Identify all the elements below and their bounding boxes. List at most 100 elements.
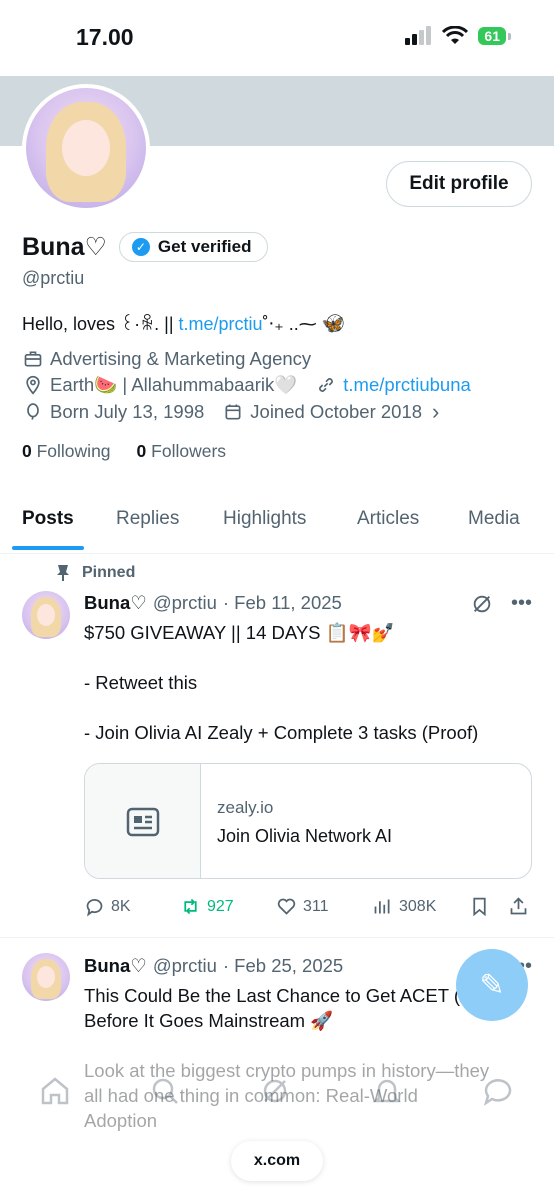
- compose-icon: ✎: [479, 968, 505, 1002]
- post-actions: 8K 927 311 308K: [84, 896, 532, 922]
- share-button[interactable]: [508, 896, 529, 917]
- post-author-name[interactable]: Buna♡: [84, 955, 147, 977]
- bio-text: Hello, loves ꒰·ꆜ. ||: [22, 314, 179, 334]
- search-icon[interactable]: [148, 1074, 182, 1108]
- like-count: 311: [303, 897, 329, 915]
- views-chart-icon: [374, 899, 390, 914]
- battery-indicator: 61: [478, 27, 511, 45]
- follow-stats: 0 Following 0 Followers: [22, 441, 226, 462]
- grok-nav-icon[interactable]: [258, 1074, 292, 1108]
- followers-count: 0: [136, 441, 147, 461]
- pinned-label: Pinned: [82, 564, 136, 581]
- profile-avatar[interactable]: [22, 84, 150, 212]
- website-link[interactable]: t.me/prctiubuna: [343, 374, 471, 396]
- balloon-icon: [22, 401, 44, 423]
- cellular-signal-icon: [405, 26, 432, 45]
- bookmark-icon: [473, 897, 486, 917]
- post-date[interactable]: · Feb 25, 2025: [223, 955, 343, 977]
- post-header: Buna♡ @prctiu · Feb 25, 2025: [84, 955, 343, 977]
- post-line: $750 GIVEAWAY || 14 DAYS 📋🎀💅: [84, 622, 395, 643]
- avatar-face: [62, 120, 110, 176]
- article-icon: [126, 807, 159, 837]
- avatar-face: [37, 604, 55, 626]
- browser-url-pill[interactable]: x.com: [231, 1141, 323, 1181]
- location-pin-icon: [22, 374, 44, 396]
- card-thumbnail: [85, 764, 201, 878]
- name-row: Buna♡ ✓ Get verified: [22, 232, 269, 262]
- get-verified-label: Get verified: [157, 237, 252, 256]
- post-line: Before It Goes Mainstream 🚀: [84, 1010, 334, 1031]
- pin-icon: [57, 565, 69, 581]
- card-domain: zealy.io: [217, 798, 274, 817]
- notifications-bell-icon[interactable]: [370, 1074, 404, 1108]
- messages-icon[interactable]: [481, 1074, 515, 1108]
- following-count: 0: [22, 441, 32, 461]
- post-body: $750 GIVEAWAY || 14 DAYS 📋🎀💅 - Retweet t…: [84, 620, 478, 745]
- profile-dates-row: Born July 13, 1998 Joined October 2018 ›: [22, 399, 439, 425]
- repost-icon: [184, 898, 197, 915]
- following-stat[interactable]: 0 Following: [22, 441, 111, 462]
- share-icon: [510, 897, 527, 915]
- tab-media[interactable]: Media: [468, 508, 520, 530]
- verified-badge-icon: ✓: [131, 238, 150, 256]
- status-time: 17.00: [76, 24, 134, 50]
- card-title: Join Olivia Network AI: [217, 826, 393, 846]
- following-label: Following: [36, 441, 111, 461]
- birth-date: Born July 13, 1998: [50, 401, 205, 422]
- bookmark-button[interactable]: [469, 896, 490, 917]
- post-line: - Join Olivia AI Zealy + Complete 3 task…: [84, 722, 479, 743]
- post-avatar[interactable]: [22, 591, 70, 639]
- reply-button[interactable]: 8K: [84, 896, 131, 917]
- post-date[interactable]: · Feb 11, 2025: [223, 592, 342, 614]
- reply-icon: [86, 899, 103, 917]
- post-author-handle[interactable]: @prctiu: [153, 592, 217, 614]
- tab-replies[interactable]: Replies: [116, 508, 179, 530]
- repost-count: 927: [207, 897, 234, 915]
- tab-highlights[interactable]: Highlights: [223, 508, 306, 530]
- get-verified-button[interactable]: ✓ Get verified: [118, 232, 269, 262]
- compose-post-button[interactable]: ✎: [456, 949, 528, 1021]
- profile-location-row: Earth🍉 | Allahummabaarik🤍 t.me/prctiubun…: [22, 374, 471, 396]
- post-divider: [0, 937, 554, 938]
- followers-stat[interactable]: 0 Followers: [137, 441, 227, 462]
- joined-date: Joined October 2018: [250, 401, 423, 422]
- display-name: Buna♡: [22, 233, 107, 261]
- grok-icon[interactable]: [471, 593, 493, 615]
- profile-bio: Hello, loves ꒰·ꆜ. || t.me/prctiu˚‧₊ ..⁓ …: [22, 310, 344, 336]
- link-icon: [315, 374, 337, 396]
- post-author-name[interactable]: Buna♡: [84, 592, 147, 614]
- reply-count: 8K: [111, 897, 131, 915]
- location-label: Earth🍉 | Allahummabaarik🤍: [50, 374, 298, 395]
- repost-button[interactable]: 927: [180, 896, 234, 917]
- edit-profile-button[interactable]: Edit profile: [386, 161, 532, 207]
- bio-link[interactable]: t.me/prctiu: [179, 314, 263, 334]
- like-button[interactable]: 311: [276, 896, 329, 917]
- post-line: [84, 695, 478, 720]
- active-tab-indicator: [12, 546, 84, 550]
- briefcase-icon: [22, 348, 44, 370]
- chevron-right-icon[interactable]: ›: [432, 399, 439, 425]
- home-icon[interactable]: [38, 1074, 72, 1108]
- post-line: [84, 1033, 503, 1058]
- profile-tabs: Posts Replies Highlights Articles Media: [0, 494, 554, 554]
- category-label: Advertising & Marketing Agency: [50, 348, 312, 369]
- post-line: This Could Be the Last Chance to Get ACE…: [84, 985, 504, 1006]
- views-button[interactable]: 308K: [372, 896, 436, 917]
- wifi-icon: [442, 26, 469, 44]
- pinned-indicator: Pinned: [56, 564, 135, 582]
- bio-tail: ˚‧₊ ..⁓ 🦋⃝: [262, 314, 345, 334]
- tab-articles[interactable]: Articles: [357, 508, 419, 530]
- views-count: 308K: [399, 897, 437, 915]
- avatar-face: [37, 966, 55, 988]
- post-line: - Retweet this: [84, 672, 198, 693]
- post-author-handle[interactable]: @prctiu: [153, 955, 217, 977]
- more-options-icon[interactable]: •••: [511, 592, 532, 615]
- post-line: [84, 645, 478, 670]
- post-avatar[interactable]: [22, 953, 70, 1001]
- link-preview-card[interactable]: zealy.io Join Olivia Network AI: [84, 763, 532, 879]
- tab-posts[interactable]: Posts: [22, 508, 74, 530]
- status-icons: 61: [404, 26, 511, 46]
- post-header: Buna♡ @prctiu · Feb 11, 2025: [84, 592, 342, 614]
- profile-category: Advertising & Marketing Agency: [22, 348, 311, 370]
- calendar-icon: [222, 401, 244, 423]
